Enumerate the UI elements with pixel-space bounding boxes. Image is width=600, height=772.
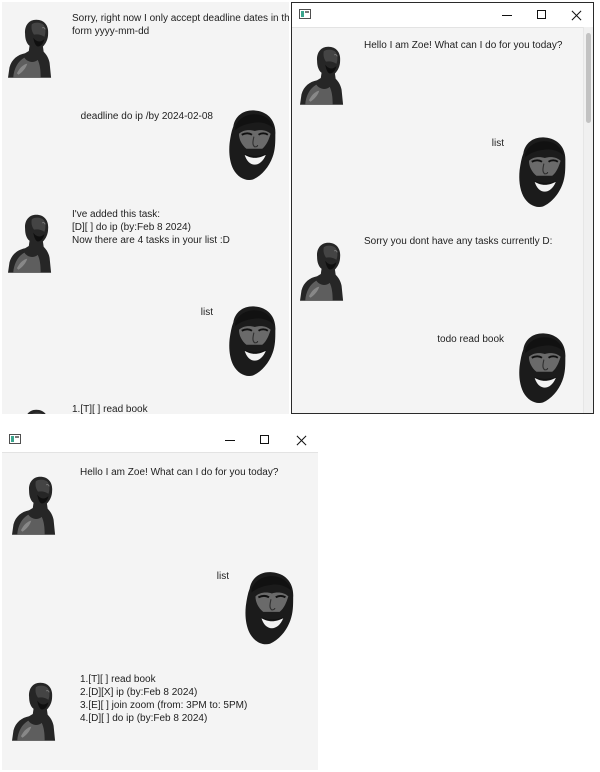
user-message: list [216,571,229,582]
user-message: deadline do ip /by 2024-02-08 [80,111,213,122]
user-avatar-icon [224,106,280,184]
user-avatar-icon [224,302,280,380]
bot-message: Hello I am Zoe! What can I do for you to… [80,467,279,478]
bot-avatar-icon [8,10,60,86]
user-avatar-icon [514,133,570,211]
user-avatar-icon [240,568,298,648]
app-window-icon [299,9,311,19]
bot-message: 1.[T][ ] read book [72,404,148,414]
scroll-thumb[interactable] [586,33,591,123]
bot-message: Hello I am Zoe! What can I do for you to… [364,40,563,51]
minimize-icon[interactable] [213,428,247,452]
maximize-icon[interactable] [525,3,559,27]
bot-avatar-icon [300,233,352,309]
user-message: list [200,307,213,318]
chat-window-2: Hello I am Zoe! What can I do for you to… [291,2,594,414]
bot-message: Sorry you dont have any tasks currently … [364,236,553,247]
bot-message: I've added this task: [D][ ] do ip (by:F… [72,209,230,246]
bot-avatar-icon [12,672,64,750]
bot-message: 1.[T][ ] read book 2.[D][X] ip (by:Feb 8… [80,674,248,724]
user-avatar-icon [514,329,570,407]
bot-avatar-icon [300,37,352,113]
user-message: todo read book [437,334,504,345]
title-bar[interactable] [2,428,318,453]
close-icon[interactable] [559,3,593,27]
bot-avatar-icon [12,466,64,544]
bot-avatar-icon [8,205,60,281]
scrollbar[interactable] [583,27,593,413]
close-icon[interactable] [284,428,318,452]
chat-window-1: Sorry, right now I only accept deadline … [2,2,289,414]
app-window-icon [9,434,21,444]
bot-avatar-icon [8,400,60,414]
bot-message: Sorry, right now I only accept deadline … [72,13,289,37]
minimize-icon[interactable] [490,3,524,27]
chat-window-3: Hello I am Zoe! What can I do for you to… [2,428,318,770]
title-bar[interactable] [292,3,593,28]
maximize-icon[interactable] [248,428,282,452]
user-message: list [491,138,504,149]
